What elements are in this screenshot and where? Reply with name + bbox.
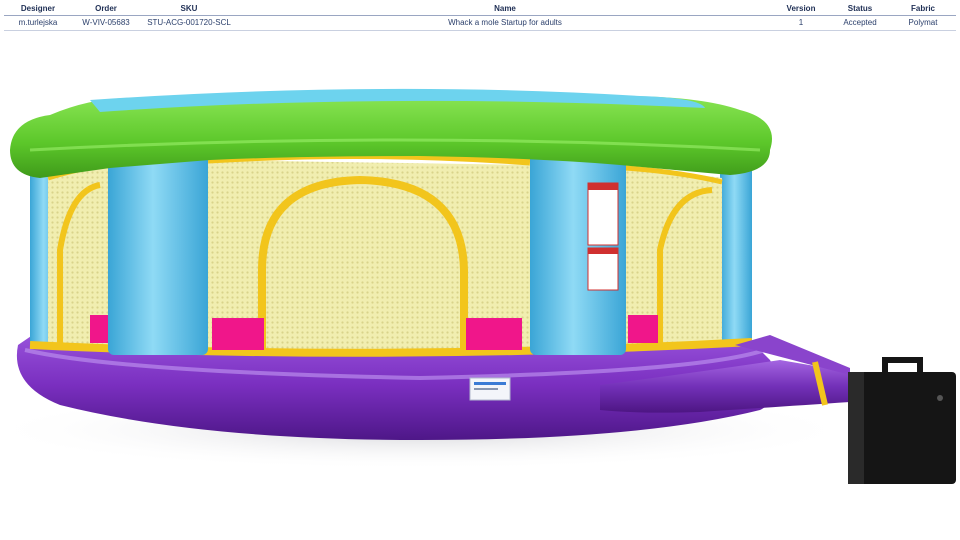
header-order: Order — [72, 3, 140, 16]
cell-sku: STU-ACG-001720-SCL — [140, 15, 238, 31]
cell-name: Whack a mole Startup for adults — [238, 15, 772, 31]
cell-designer: m.turlejska — [4, 15, 72, 31]
header-fabric: Fabric — [890, 3, 956, 16]
inflatable-render — [0, 88, 956, 484]
header-designer: Designer — [4, 3, 72, 16]
header-sku: SKU — [140, 3, 238, 16]
table-row: m.turlejska W-VIV-05683 STU-ACG-001720-S… — [4, 15, 956, 31]
product-spec-table: Designer Order SKU Name Version Status F… — [4, 3, 956, 31]
table-header-row: Designer Order SKU Name Version Status F… — [4, 3, 956, 16]
cell-status: Accepted — [830, 15, 890, 31]
header-name: Name — [238, 3, 772, 16]
cell-order: W-VIV-05683 — [72, 15, 140, 31]
blower-unit — [848, 357, 956, 484]
cell-fabric: Polymat — [890, 15, 956, 31]
header-version: Version — [772, 3, 830, 16]
cell-version: 1 — [772, 15, 830, 31]
header-status: Status — [830, 3, 890, 16]
